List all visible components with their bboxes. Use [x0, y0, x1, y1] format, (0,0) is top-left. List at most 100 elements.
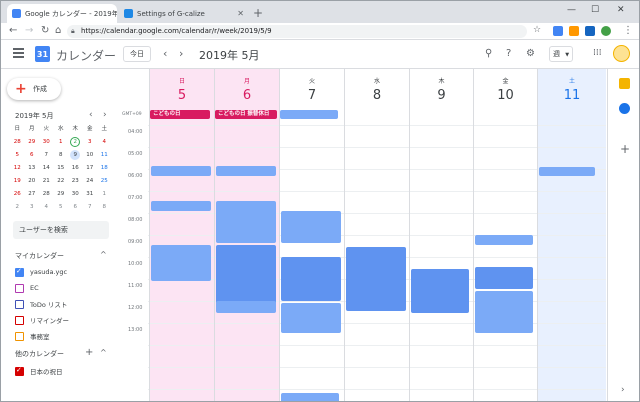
mini-day[interactable]: 2 [70, 137, 81, 147]
new-tab-plus-icon[interactable]: + [253, 6, 263, 20]
day-number[interactable]: 8 [345, 88, 409, 103]
checkbox-checked-icon[interactable] [15, 267, 24, 277]
day-number[interactable]: 6 [215, 88, 279, 103]
event-blurred[interactable] [475, 267, 533, 289]
help-icon[interactable]: ? [506, 48, 511, 59]
mini-day[interactable]: 8 [54, 149, 69, 162]
day-number[interactable]: 7 [280, 88, 344, 103]
bookmark-star-icon[interactable]: ☆ [533, 25, 541, 35]
checkbox-icon[interactable] [15, 299, 24, 309]
day-number[interactable]: 5 [150, 88, 214, 103]
checkbox-icon[interactable] [15, 331, 24, 341]
mini-day[interactable]: 24 [83, 175, 98, 188]
mini-day[interactable]: 4 [39, 201, 54, 214]
event-blurred[interactable] [539, 167, 595, 176]
mini-day[interactable]: 11 [97, 149, 112, 162]
mini-day[interactable]: 12 [10, 162, 25, 175]
mini-day[interactable]: 1 [97, 188, 112, 201]
day-number[interactable]: 10 [474, 88, 537, 103]
mini-day[interactable]: 1 [54, 136, 69, 149]
event-blurred[interactable] [216, 201, 276, 243]
mini-day[interactable]: 7 [83, 201, 98, 214]
close-icon[interactable]: ✕ [237, 9, 244, 18]
calendar-item-reminder[interactable]: リマインダー [15, 314, 69, 326]
mini-day[interactable]: 8 [97, 201, 112, 214]
mini-day[interactable]: 30 [39, 136, 54, 149]
minimize-icon[interactable]: — [567, 5, 576, 15]
checkbox-icon[interactable] [15, 315, 24, 325]
prev-week-icon[interactable]: ‹ [163, 47, 167, 60]
event-blurred[interactable] [216, 245, 276, 309]
event-blurred[interactable] [475, 235, 533, 245]
event-blurred[interactable] [411, 269, 469, 313]
search-people-input[interactable]: ユーザーを検索 [13, 221, 109, 239]
mini-day[interactable]: 5 [54, 201, 69, 214]
day-number[interactable]: 11 [538, 88, 606, 103]
tasks-icon[interactable] [619, 103, 630, 114]
settings-gear-icon[interactable]: ⚙ [526, 48, 535, 59]
calendar-item-ec[interactable]: EC [15, 282, 39, 294]
day-column-thu[interactable]: 木9 [409, 69, 473, 401]
mini-day[interactable]: 19 [10, 175, 25, 188]
event-blurred[interactable] [151, 245, 211, 281]
event-blurred[interactable] [216, 166, 276, 176]
maximize-icon[interactable]: ☐ [591, 5, 599, 15]
search-icon[interactable]: ⚲ [485, 48, 492, 59]
mini-next-icon[interactable]: › [103, 110, 107, 120]
forward-icon[interactable]: → [25, 25, 33, 36]
window-close-icon[interactable]: ✕ [617, 5, 625, 15]
extension-icon[interactable] [553, 26, 563, 36]
extension-icon[interactable] [569, 26, 579, 36]
mini-day[interactable]: 27 [25, 188, 40, 201]
mini-day[interactable]: 7 [39, 149, 54, 162]
calendar-item-todo[interactable]: ToDo リスト [15, 298, 67, 310]
mini-day[interactable]: 6 [68, 201, 83, 214]
today-button[interactable]: 今日 [123, 46, 151, 62]
day-column-wed[interactable]: 水8 [344, 69, 409, 401]
mini-day[interactable]: 31 [83, 188, 98, 201]
mini-day[interactable]: 2 [10, 201, 25, 214]
create-button[interactable]: + 作成 [7, 78, 61, 100]
url-input[interactable]: 🔒︎ https://calendar.google.com/calendar/… [67, 25, 527, 38]
mini-day[interactable]: 4 [97, 136, 112, 149]
day-number[interactable]: 9 [410, 88, 473, 103]
event-blurred[interactable] [281, 303, 341, 333]
mini-day[interactable]: 21 [39, 175, 54, 188]
mini-day[interactable]: 3 [25, 201, 40, 214]
mini-day[interactable]: 26 [10, 188, 25, 201]
mini-day[interactable]: 16 [68, 162, 83, 175]
mini-day[interactable]: 13 [25, 162, 40, 175]
apps-grid-icon[interactable]: ⁞⁞⁞ [593, 48, 602, 58]
my-calendars-title[interactable]: マイカレンダー [15, 251, 64, 261]
mini-day[interactable]: 22 [54, 175, 69, 188]
event-blurred[interactable] [281, 257, 341, 301]
calendar-item-office[interactable]: 事務室 [15, 330, 50, 342]
avatar[interactable] [613, 45, 630, 62]
mini-day[interactable]: 17 [83, 162, 98, 175]
calendar-item-yasuda[interactable]: yasuda.ygc [15, 266, 67, 278]
keep-icon[interactable] [619, 78, 630, 89]
event-blurred[interactable] [346, 247, 406, 311]
add-calendar-plus-icon[interactable]: + [85, 347, 93, 358]
allday-event-blurred[interactable] [280, 110, 338, 119]
view-selector[interactable]: 週 ▼ [549, 46, 573, 62]
allday-event[interactable]: こどもの日 [150, 110, 210, 119]
chevron-up-icon[interactable]: ^ [100, 348, 107, 357]
mini-day[interactable]: 18 [97, 162, 112, 175]
chevron-up-icon[interactable]: ^ [100, 250, 107, 259]
back-icon[interactable]: ← [9, 25, 17, 36]
event-blurred[interactable] [281, 211, 341, 243]
day-column-sat[interactable]: 土 11 [537, 69, 606, 401]
checkbox-icon[interactable] [15, 283, 24, 293]
mini-day[interactable]: 29 [54, 188, 69, 201]
mini-day[interactable]: 29 [25, 136, 40, 149]
mini-day[interactable]: 28 [10, 136, 25, 149]
mini-day[interactable]: 15 [54, 162, 69, 175]
mini-day[interactable]: 30 [68, 188, 83, 201]
hamburger-menu-icon[interactable] [13, 48, 24, 60]
mini-prev-icon[interactable]: ‹ [89, 110, 93, 120]
mini-day[interactable]: 14 [39, 162, 54, 175]
checkbox-checked-icon[interactable] [15, 366, 24, 376]
event-blurred[interactable] [216, 301, 276, 313]
extension-icon[interactable] [585, 26, 595, 36]
